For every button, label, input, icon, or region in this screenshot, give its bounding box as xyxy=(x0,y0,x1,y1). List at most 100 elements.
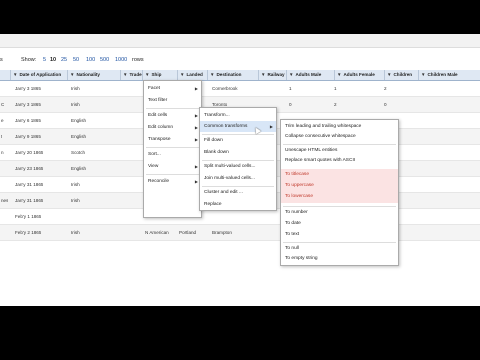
table-cell-date[interactable]: Jan'y 3 1865 xyxy=(15,97,41,112)
submenu-arrow-icon: ▶ xyxy=(194,125,198,130)
top-bar xyxy=(0,34,480,48)
table-cell-am[interactable]: 1 xyxy=(289,81,292,96)
table-cell-date[interactable]: Jan'y 31 1865 xyxy=(15,193,43,208)
table-cell-lead[interactable]: t xyxy=(1,129,2,144)
menu-replace[interactable]: Replace xyxy=(200,199,276,210)
col-menu-icon[interactable]: ▼ xyxy=(180,72,184,77)
menu-common-transforms[interactable]: Common transforms ▶ xyxy=(200,121,276,132)
menu-smart-quotes[interactable]: Replace smart quotes with ASCII xyxy=(281,156,398,166)
table-cell-nat[interactable]: English xyxy=(71,161,86,176)
menu-split-multi[interactable]: Split multi-valued cells... xyxy=(200,161,276,172)
col-menu-icon[interactable]: ▼ xyxy=(261,72,265,77)
table-cell-nat[interactable]: Irish xyxy=(71,97,80,112)
table-cell-af[interactable]: 2 xyxy=(334,97,337,112)
table-row: Feb'y 1 1865PeruvianPortland xyxy=(0,209,480,225)
menu-view[interactable]: View ▶ xyxy=(144,161,201,172)
table-cell-nat[interactable]: Irish xyxy=(71,225,80,240)
menu-to-uppercase[interactable]: To uppercase xyxy=(281,181,398,191)
menu-collapse-whitespace[interactable]: Collapse consecutive whitespace xyxy=(281,132,398,142)
table-cell-lead[interactable]: n xyxy=(1,145,4,160)
show-option-1000[interactable]: 1000 xyxy=(115,57,127,63)
menu-to-titlecase[interactable]: To titlecase xyxy=(281,170,398,180)
menu-join-multi[interactable]: Join multi-valued cells... xyxy=(200,173,276,184)
left-edge-fragment: s xyxy=(0,57,3,63)
col-railway[interactable]: ▼ Railway xyxy=(258,70,287,80)
menu-to-lowercase[interactable]: To lowercase xyxy=(281,192,398,202)
col-menu-icon[interactable]: ▼ xyxy=(387,72,391,77)
menu-text-filter[interactable]: Text filter xyxy=(144,95,201,106)
table-cell-date[interactable]: Jan'y 31 1865 xyxy=(15,177,43,192)
col-nationality[interactable]: ▼ Nationality xyxy=(67,70,121,80)
col-trade[interactable]: ▼ Trade xyxy=(120,70,143,80)
menu-fill-down[interactable]: Fill down xyxy=(200,135,276,146)
table-cell-date[interactable]: Feb'y 2 1865 xyxy=(15,225,41,240)
table-cell-date[interactable]: Jan'y 20 1865 xyxy=(15,145,43,160)
menu-to-empty-string[interactable]: To empty string xyxy=(281,254,398,264)
col-menu-icon[interactable]: ▼ xyxy=(337,72,341,77)
rows-suffix: rows xyxy=(132,57,144,63)
table-cell-ship[interactable]: N American xyxy=(145,225,169,240)
show-option-50[interactable]: 50 xyxy=(73,57,79,63)
col-menu-icon[interactable]: ▼ xyxy=(123,72,127,77)
table-cell-nat[interactable]: Irish xyxy=(71,81,80,96)
menu-to-date[interactable]: To date xyxy=(281,219,398,229)
col-menu-icon[interactable]: ▼ xyxy=(13,72,17,77)
col-menu-icon[interactable]: ▼ xyxy=(70,72,74,77)
menu-reconcile[interactable]: Reconcile ▶ xyxy=(144,176,201,187)
table-cell-ch[interactable]: 2 xyxy=(384,81,387,96)
col-menu-icon[interactable]: ▼ xyxy=(145,72,149,77)
col-menu-icon[interactable]: ▼ xyxy=(289,72,293,77)
table-cell-ch[interactable]: 0 xyxy=(384,97,387,112)
menu-sort[interactable]: Sort... xyxy=(144,149,201,160)
show-option-100[interactable]: 100 xyxy=(86,57,95,63)
table-cell-date[interactable]: Jan'y 3 1865 xyxy=(15,81,41,96)
col-ship[interactable]: ▼ Ship xyxy=(142,70,178,80)
table-cell-lead[interactable]: nes xyxy=(1,193,8,208)
menu-cluster-edit[interactable]: Cluster and edit ... xyxy=(200,187,276,198)
col-destination[interactable]: ▼ Destination xyxy=(207,70,259,80)
table-cell-am[interactable]: 0 xyxy=(289,97,292,112)
menu-facet[interactable]: Facet ▶ xyxy=(144,83,201,94)
menu-to-text[interactable]: To text xyxy=(281,230,398,240)
menu-trim-whitespace[interactable]: Trim leading and trailing whitespace xyxy=(281,122,398,132)
table-cell-nat[interactable]: Irish xyxy=(71,193,80,208)
table-cell-nat[interactable]: English xyxy=(71,113,86,128)
table-cell-date[interactable]: Jan'y 9 1865 xyxy=(15,129,41,144)
menu-to-null[interactable]: To null xyxy=(281,244,398,254)
table-cell-dest[interactable]: Cornerbrook xyxy=(212,81,238,96)
menu-unescape-html[interactable]: Unescape HTML entities xyxy=(281,146,398,156)
table-cell-lead[interactable]: C xyxy=(1,97,4,112)
table-cell-nat[interactable]: English xyxy=(71,129,86,144)
col-adults-female[interactable]: ▼ Adults Female xyxy=(334,70,385,80)
table-cell-date[interactable]: Jan'y 23 1865 xyxy=(15,161,43,176)
menu-blank-down[interactable]: Blank down xyxy=(200,147,276,158)
table-cell-af[interactable]: 1 xyxy=(334,81,337,96)
table-cell-dest[interactable]: Brampton xyxy=(212,225,232,240)
table-cell-date[interactable]: Feb'y 1 1865 xyxy=(15,209,41,224)
show-option-5[interactable]: 5 xyxy=(43,57,46,63)
col-menu-icon[interactable]: ▼ xyxy=(210,72,214,77)
submenu-arrow-icon: ▶ xyxy=(269,124,273,129)
col-children-male[interactable]: ▼ Children Male xyxy=(418,70,480,80)
show-option-500[interactable]: 500 xyxy=(100,57,109,63)
show-option-10[interactable]: 10 xyxy=(50,57,56,63)
menu-transform[interactable]: Transform... xyxy=(200,110,276,121)
show-option-25[interactable]: 25 xyxy=(61,57,67,63)
table-cell-landed[interactable]: Portland xyxy=(179,225,196,240)
table-cell-nat[interactable]: Scotch xyxy=(71,145,85,160)
table-cell-nat[interactable]: Irish xyxy=(71,177,80,192)
table-cell-lead[interactable]: e xyxy=(1,113,4,128)
menu-transpose[interactable]: Transpose ▶ xyxy=(144,134,201,145)
table-cell-date[interactable]: Jan'y 6 1865 xyxy=(15,113,41,128)
col-menu-icon[interactable]: ▼ xyxy=(421,72,425,77)
menu-edit-cells[interactable]: Edit cells ▶ xyxy=(144,110,201,121)
col-children[interactable]: ▼ Children xyxy=(384,70,419,80)
menu-divider xyxy=(283,242,396,243)
col-landed[interactable]: ▼ Landed xyxy=(177,70,208,80)
menu-to-number[interactable]: To number xyxy=(281,208,398,218)
menu-edit-column[interactable]: Edit column ▶ xyxy=(144,122,201,133)
col-adults-male[interactable]: ▼ Adults Male xyxy=(286,70,335,80)
col-date[interactable]: ▼ Date of Application xyxy=(10,70,68,80)
menu-divider xyxy=(283,206,396,207)
common-transforms-submenu: Trim leading and trailing whitespace Col… xyxy=(280,119,399,266)
